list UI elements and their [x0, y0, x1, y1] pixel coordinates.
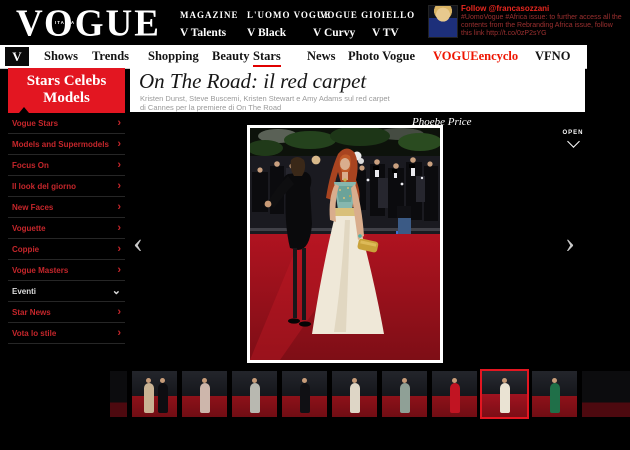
thumbnail-black-suit-man[interactable]: [282, 371, 327, 417]
chevron-right-icon: ›: [117, 307, 121, 317]
chevron-down-icon: ⌄: [112, 286, 121, 296]
vogue-italia-page: VOGUE ITALIA MAGAZINE L'UOMO VOGUE VOGUE…: [0, 0, 630, 450]
thumb-figure: [250, 383, 260, 413]
sidebar-item-vogue-stars[interactable]: Vogue Stars›: [8, 113, 125, 134]
thumb-figure: [400, 383, 410, 413]
nav-news[interactable]: News: [307, 49, 335, 64]
menu-v-tv[interactable]: V TV: [372, 27, 399, 39]
vogue-logo[interactable]: VOGUE: [16, 1, 161, 46]
sidebar-item-coppie[interactable]: Coppie›: [8, 239, 125, 260]
sidebar-item-vogue-masters[interactable]: Vogue Masters›: [8, 260, 125, 281]
sidebar-item-focus-on[interactable]: Focus On›: [8, 155, 125, 176]
sidebar-item-new-faces[interactable]: New Faces›: [8, 197, 125, 218]
nav-vfno[interactable]: VFNO: [535, 49, 570, 64]
red-carpet-scene-illustration: [250, 128, 440, 360]
thumb-figure: [200, 383, 210, 413]
thumbnail-white-dress-blonde[interactable]: [332, 371, 377, 417]
sidebar-item-star-news[interactable]: Star News›: [8, 302, 125, 323]
chevron-right-icon: ›: [117, 181, 121, 191]
thumb-figure: [500, 383, 510, 413]
chevron-right-icon: ›: [117, 160, 121, 170]
chevron-down-icon: [567, 135, 580, 148]
nav-v-home-button[interactable]: V: [5, 47, 29, 66]
nav-trends[interactable]: Trends: [92, 49, 129, 64]
thumbnail-silver-dress[interactable]: [232, 371, 277, 417]
menu-magazine[interactable]: MAGAZINE: [180, 10, 239, 20]
thumbnail-couple-beige-and-suit[interactable]: [132, 371, 177, 417]
open-toggle-button[interactable]: OPEN: [558, 130, 588, 146]
article-header-panel: On The Road: il red carpet Kristen Dunst…: [130, 68, 585, 112]
sidebar-menu: Vogue Stars› Models and Supermodels› Foc…: [8, 113, 125, 344]
menu-vogue-gioiello[interactable]: VOGUE GIOIELLO: [320, 10, 415, 20]
sidebar-title-line2: Models: [43, 90, 90, 106]
thumbnail-teal-grey-gown[interactable]: [382, 371, 427, 417]
gallery-prev-arrow[interactable]: ‹: [133, 228, 143, 258]
twitter-follow-link[interactable]: Follow @francasozzani: [461, 4, 549, 13]
nav-vogue-encyclo[interactable]: VOGUEencyclo: [433, 49, 518, 64]
menu-luomo-vogue[interactable]: L'UOMO VOGUE: [247, 10, 331, 20]
article-subtitle: Kristen Dunst, Steve Buscemi, Kristen St…: [140, 95, 390, 112]
vogue-logo-italia-label: ITALIA: [55, 20, 75, 25]
franca-sozzani-avatar[interactable]: [428, 5, 458, 38]
thumbnail-phoebe-white-gown-selected[interactable]: [482, 371, 527, 417]
chevron-right-icon: ›: [117, 244, 121, 254]
menu-v-talents[interactable]: V Talents: [180, 27, 226, 39]
thumbnail-clipped-left[interactable]: [110, 371, 127, 417]
sidebar-item-vota-lo-stile[interactable]: Vota lo stile›: [8, 323, 125, 344]
twitter-tweet-text[interactable]: #UomoVogue #Africa issue: to further acc…: [461, 14, 625, 38]
nav-stars-active[interactable]: Stars: [253, 49, 281, 67]
sidebar-item-il-look-del-giorno[interactable]: Il look del giorno›: [8, 176, 125, 197]
chevron-right-icon: ›: [117, 202, 121, 212]
chevron-right-icon: ›: [117, 118, 121, 128]
chevron-right-icon: ›: [117, 139, 121, 149]
thumbnail-green-dress[interactable]: [532, 371, 577, 417]
menu-v-curvy[interactable]: V Curvy: [313, 27, 355, 39]
nav-shopping[interactable]: Shopping: [148, 49, 199, 64]
thumb-figure: [300, 383, 310, 413]
menu-v-black[interactable]: V Black: [247, 27, 286, 39]
sidebar-item-voguette[interactable]: Voguette›: [8, 218, 125, 239]
article-title: On The Road: il red carpet: [139, 69, 366, 94]
nav-beauty[interactable]: Beauty: [212, 49, 250, 64]
chevron-right-icon: ›: [117, 223, 121, 233]
sidebar-item-models-and-supermodels[interactable]: Models and Supermodels›: [8, 134, 125, 155]
thumb-figure: [450, 383, 460, 413]
thumb-figure: [550, 383, 560, 413]
gallery-next-arrow[interactable]: ›: [565, 228, 575, 258]
sidebar-item-eventi-expanded[interactable]: Eventi⌄: [8, 281, 125, 302]
main-gallery-photo[interactable]: [247, 125, 443, 363]
thumb-figure: [350, 383, 360, 413]
nav-photo-vogue[interactable]: Photo Vogue: [348, 49, 415, 64]
thumb-figure: [158, 383, 168, 413]
thumbnail-red-dress[interactable]: [432, 371, 477, 417]
chevron-right-icon: ›: [117, 328, 121, 338]
nav-shows[interactable]: Shows: [44, 49, 78, 64]
sidebar-title-line1: Stars Celebs: [27, 73, 107, 89]
thumbnail-clipped-right[interactable]: [582, 371, 630, 417]
thumb-figure: [144, 383, 154, 413]
main-navbar: V Shows Trends Shopping Beauty Stars New…: [0, 45, 587, 69]
chevron-right-icon: ›: [117, 265, 121, 275]
thumbnail-pale-sheer-gown[interactable]: [182, 371, 227, 417]
